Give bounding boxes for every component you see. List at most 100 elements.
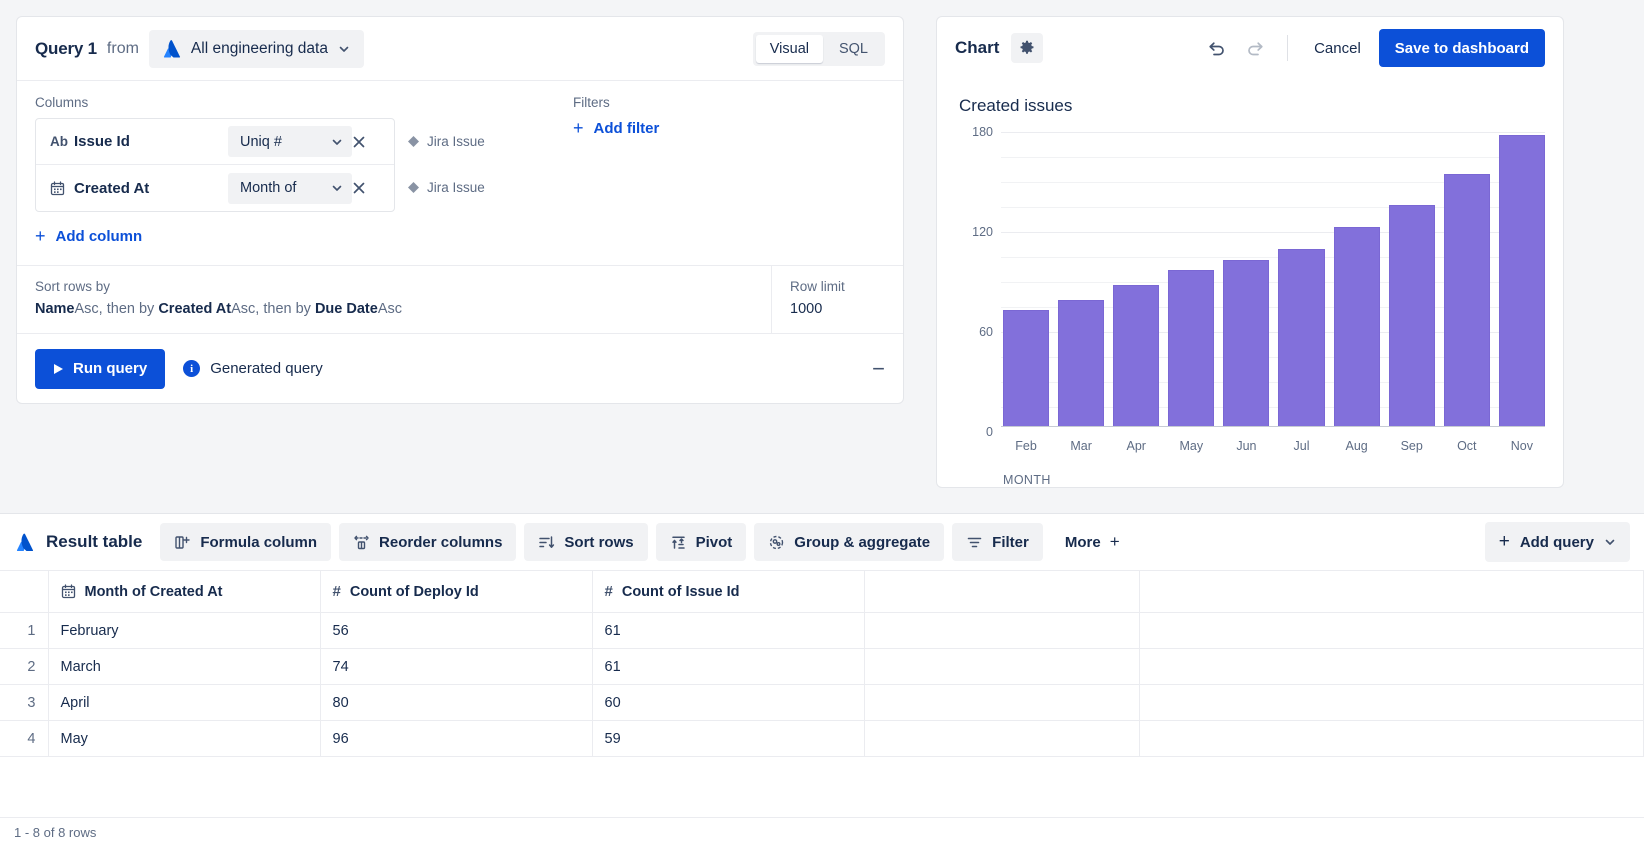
row-number-header: [0, 571, 48, 613]
table-row[interactable]: 1February5661: [0, 613, 1644, 649]
cell-deploy-count[interactable]: 56: [320, 613, 592, 649]
cell-blank[interactable]: [1139, 685, 1644, 721]
bar-column[interactable]: [1113, 132, 1159, 427]
column-header-blank[interactable]: [864, 571, 1139, 613]
generated-query-label: Generated query: [210, 360, 323, 377]
remove-column-icon[interactable]: [352, 135, 386, 149]
bar-column[interactable]: [1444, 132, 1490, 427]
group-aggregate-button[interactable]: Group & aggregate: [754, 523, 944, 561]
cell-blank[interactable]: [864, 613, 1139, 649]
cell-month[interactable]: February: [48, 613, 320, 649]
collapse-panel-icon[interactable]: −: [872, 358, 885, 380]
bar[interactable]: [1389, 205, 1435, 427]
atlassian-logo-icon: [14, 533, 34, 552]
bar[interactable]: [1444, 174, 1490, 427]
column-header-month[interactable]: Month of Created At: [48, 571, 320, 613]
bar-column[interactable]: [1003, 132, 1049, 427]
cell-blank[interactable]: [864, 685, 1139, 721]
bar[interactable]: [1334, 227, 1380, 427]
add-column-button[interactable]: + Add column: [35, 226, 555, 247]
table-row[interactable]: 2March7461: [0, 649, 1644, 685]
add-query-button[interactable]: + Add query: [1485, 522, 1630, 562]
bar[interactable]: [1003, 310, 1049, 427]
bar-column[interactable]: [1223, 132, 1269, 427]
aggregation-select[interactable]: Month of: [228, 173, 352, 204]
bar-column[interactable]: [1334, 132, 1380, 427]
cell-month[interactable]: March: [48, 649, 320, 685]
cell-month[interactable]: April: [48, 685, 320, 721]
bar[interactable]: [1058, 300, 1104, 427]
column-name: Created At: [74, 180, 228, 197]
group-aggregate-icon: [768, 534, 785, 551]
cell-blank[interactable]: [1139, 721, 1644, 757]
gear-icon[interactable]: [1011, 33, 1043, 63]
cancel-button[interactable]: Cancel: [1302, 29, 1373, 67]
save-to-dashboard-button[interactable]: Save to dashboard: [1379, 29, 1545, 67]
chevron-down-icon: [338, 43, 350, 55]
cell-deploy-count[interactable]: 74: [320, 649, 592, 685]
tab-sql[interactable]: SQL: [825, 35, 882, 63]
filter-label: Filter: [992, 534, 1029, 551]
table-row[interactable]: 3April8060: [0, 685, 1644, 721]
bar[interactable]: [1223, 260, 1269, 427]
sort-dir: Asc: [75, 301, 99, 317]
column-row[interactable]: Ab Issue Id Uniq #: [36, 119, 394, 165]
bar[interactable]: [1499, 135, 1545, 427]
column-row[interactable]: Created At Month of: [36, 165, 394, 211]
bar[interactable]: [1113, 285, 1159, 427]
row-limit-section[interactable]: Row limit 1000: [771, 266, 903, 333]
hash-icon: #: [605, 583, 613, 600]
pivot-button[interactable]: Pivot: [656, 523, 747, 561]
cell-issue-count[interactable]: 61: [592, 613, 864, 649]
row-number[interactable]: 1: [0, 613, 48, 649]
cell-deploy-count[interactable]: 80: [320, 685, 592, 721]
bar-column[interactable]: [1499, 132, 1545, 427]
add-filter-button[interactable]: + Add filter: [573, 118, 885, 139]
cell-blank[interactable]: [1139, 613, 1644, 649]
datasource-selector[interactable]: All engineering data: [149, 30, 364, 68]
cell-blank[interactable]: [864, 721, 1139, 757]
mode-toggle[interactable]: Visual SQL: [753, 32, 885, 66]
cell-month[interactable]: May: [48, 721, 320, 757]
row-limit-label: Row limit: [790, 279, 885, 294]
table-row[interactable]: 4May9659: [0, 721, 1644, 757]
remove-column-icon[interactable]: [352, 181, 386, 195]
plus-icon: +: [35, 226, 46, 247]
row-number[interactable]: 4: [0, 721, 48, 757]
row-number[interactable]: 3: [0, 685, 48, 721]
bar-column[interactable]: [1278, 132, 1324, 427]
column-header-issue[interactable]: # Count of Issue Id: [592, 571, 864, 613]
sort-rows-section[interactable]: Sort rows by NameAsc, then by Created At…: [17, 266, 771, 333]
column-header-deploy[interactable]: # Count of Deploy Id: [320, 571, 592, 613]
cell-blank[interactable]: [1139, 649, 1644, 685]
bar[interactable]: [1168, 270, 1214, 427]
bar-column[interactable]: [1168, 132, 1214, 427]
cell-issue-count[interactable]: 59: [592, 721, 864, 757]
cell-deploy-count[interactable]: 96: [320, 721, 592, 757]
formula-column-button[interactable]: Formula column: [160, 523, 331, 561]
cell-blank[interactable]: [864, 649, 1139, 685]
undo-icon[interactable]: [1199, 32, 1233, 64]
aggregation-select[interactable]: Uniq #: [228, 126, 352, 157]
column-header-label: Month of Created At: [85, 584, 223, 600]
bar-column[interactable]: [1389, 132, 1435, 427]
reorder-columns-button[interactable]: Reorder columns: [339, 523, 516, 561]
sort-rows-button[interactable]: Sort rows: [524, 523, 647, 561]
more-button[interactable]: More +: [1051, 523, 1134, 561]
bar-column[interactable]: [1058, 132, 1104, 427]
column-header-blank[interactable]: [1139, 571, 1644, 613]
x-axis-tick-label: Sep: [1389, 439, 1435, 453]
tab-visual[interactable]: Visual: [756, 35, 823, 63]
bar[interactable]: [1278, 249, 1324, 427]
add-query-label: Add query: [1520, 534, 1594, 551]
run-query-button[interactable]: Run query: [35, 349, 165, 389]
query-from-label: from: [107, 40, 139, 58]
row-number[interactable]: 2: [0, 649, 48, 685]
cell-issue-count[interactable]: 60: [592, 685, 864, 721]
filter-button[interactable]: Filter: [952, 523, 1043, 561]
chart-actions: Cancel Save to dashboard: [1199, 29, 1545, 67]
cell-issue-count[interactable]: 61: [592, 649, 864, 685]
redo-icon[interactable]: [1239, 32, 1273, 64]
generated-query-button[interactable]: i Generated query: [183, 360, 323, 377]
sort-field: Name: [35, 301, 75, 317]
